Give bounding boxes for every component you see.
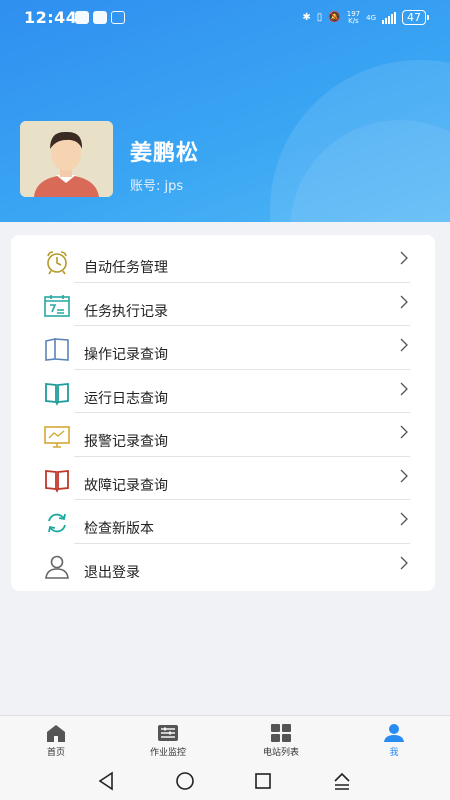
tab-label: 首页: [46, 748, 65, 758]
tab-job-monitor[interactable]: 作业监控: [112, 716, 224, 763]
bottom-tab-bar: 首页 作业监控 电站列表 我: [0, 715, 450, 762]
tab-label: 电站列表: [262, 748, 299, 758]
open-book-icon: [45, 338, 69, 361]
red-book-icon: [45, 469, 69, 493]
menu-item-check-update[interactable]: 检查新版本: [11, 500, 435, 544]
tab-me[interactable]: 我: [338, 716, 450, 763]
menu-item-operation-record[interactable]: 操作记录查询: [11, 326, 435, 370]
status-right: ✱ ▯ 🔕 197 K/s 4G 47: [302, 9, 429, 25]
recents-icon[interactable]: [252, 770, 274, 792]
user-name: 姜鹏松: [130, 141, 200, 166]
chevron-right-icon: [400, 382, 408, 395]
menu-item-label: 检查新版本: [84, 521, 154, 537]
chevron-right-icon: [400, 556, 408, 569]
alarm-clock-icon: [47, 251, 67, 275]
avatar[interactable]: [20, 121, 113, 197]
chevron-right-icon: [400, 338, 408, 352]
status-time: 12:44: [24, 8, 78, 27]
keyboard-toggle-icon[interactable]: [331, 770, 353, 792]
user-outline-icon: [45, 555, 69, 579]
status-bar: 12:44 ✱ ▯ 🔕 197 K/s 4G 47: [0, 0, 450, 36]
menu-item-label: 任务执行记录: [84, 303, 168, 320]
tab-label: 我: [389, 748, 399, 758]
menu-item-label: 故障记录查询: [84, 477, 168, 494]
signal-icon: [382, 11, 396, 24]
refresh-icon: [48, 513, 66, 533]
chevron-right-icon: [400, 251, 408, 265]
back-icon[interactable]: [96, 770, 118, 792]
tab-home[interactable]: 首页: [0, 716, 112, 763]
profile-header: 12:44 ✱ ▯ 🔕 197 K/s 4G 47 姜鹏松 账号: jps: [0, 0, 450, 222]
mute-icon: 🔕: [328, 12, 341, 23]
battery-icon: 47: [402, 10, 429, 25]
menu-item-label: 运行日志查询: [84, 390, 168, 407]
vibrate-icon: ▯: [316, 12, 323, 23]
tab-label: 作业监控: [149, 748, 186, 758]
message-icon: [93, 11, 107, 24]
home-icon: [47, 725, 65, 742]
calendar-record-icon: [44, 294, 70, 317]
monitor-chart-icon: [44, 426, 70, 448]
tab-station-list[interactable]: 电站列表: [225, 716, 337, 763]
menu-card: 自动任务管理 任务执行记录 操作记录查询 运行日志查询 报警记录查询 故障记录查…: [11, 235, 435, 591]
menu-item-auto-task[interactable]: 自动任务管理: [11, 239, 435, 283]
chevron-right-icon: [400, 425, 408, 439]
nfc-icon: [111, 11, 125, 24]
menu-item-label: 报警记录查询: [84, 434, 168, 450]
wechat-icon: [75, 11, 89, 24]
menu-item-label: 操作记录查询: [84, 347, 168, 363]
home-nav-icon[interactable]: [174, 770, 196, 792]
log-book-icon: [45, 382, 69, 406]
monitor-list-icon: [158, 725, 178, 741]
chevron-right-icon: [400, 295, 408, 308]
system-nav-bar: [0, 762, 450, 800]
menu-item-logout[interactable]: 退出登录: [11, 544, 435, 588]
battery-level: 47: [407, 10, 421, 24]
user-icon: [384, 724, 404, 742]
chevron-right-icon: [400, 469, 408, 482]
network-type: 4G: [366, 13, 376, 22]
avatar-illustration: [20, 121, 113, 197]
chevron-right-icon: [400, 512, 408, 526]
net-speed: 197 K/s: [346, 9, 361, 25]
menu-item-label: 退出登录: [84, 564, 140, 581]
menu-item-fault-record[interactable]: 故障记录查询: [11, 457, 435, 500]
menu-item-label: 自动任务管理: [84, 260, 168, 276]
menu-item-task-record[interactable]: 任务执行记录: [11, 283, 435, 326]
menu-item-alarm-record[interactable]: 报警记录查询: [11, 413, 435, 457]
menu-item-run-log[interactable]: 运行日志查询: [11, 370, 435, 413]
grid-icon: [271, 724, 291, 742]
notification-icons: [75, 11, 125, 24]
bluetooth-icon: ✱: [302, 12, 311, 23]
user-account: 账号: jps: [130, 179, 184, 194]
